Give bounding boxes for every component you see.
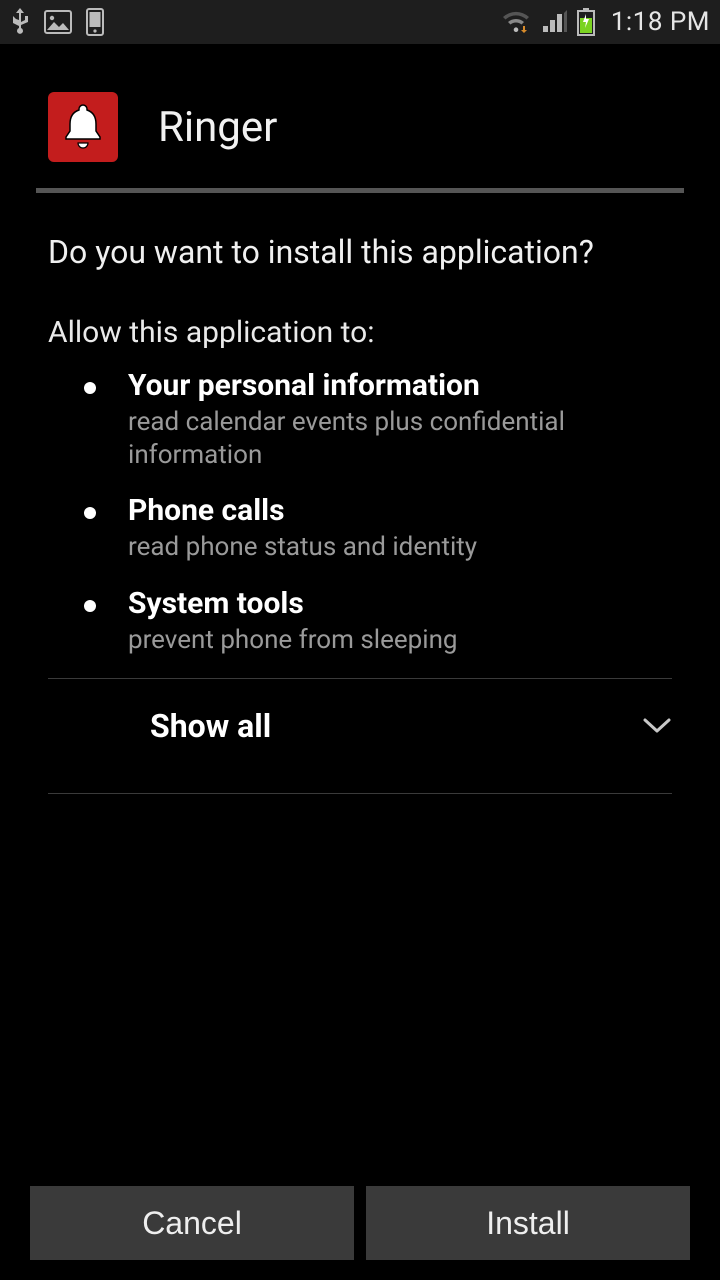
app-header: Ringer xyxy=(0,44,720,188)
app-icon xyxy=(48,92,118,162)
install-prompt-content: Do you want to install this application?… xyxy=(0,233,720,656)
phone-device-icon xyxy=(86,8,104,36)
button-bar: Cancel Install xyxy=(0,1186,720,1260)
permission-title: Phone calls xyxy=(128,493,662,529)
wifi-icon xyxy=(501,10,531,34)
show-all-label: Show all xyxy=(150,707,271,745)
cancel-button[interactable]: Cancel xyxy=(30,1186,354,1260)
image-icon xyxy=(44,10,72,34)
chevron-down-icon xyxy=(642,717,672,735)
permission-item: Your personal information read calendar … xyxy=(128,368,672,471)
divider xyxy=(48,793,672,794)
usb-icon xyxy=(10,8,30,36)
status-clock: 1:18 PM xyxy=(611,7,710,37)
header-divider xyxy=(36,188,684,193)
permission-title: Your personal information xyxy=(128,368,662,404)
permission-item: System tools prevent phone from sleeping xyxy=(128,586,672,657)
install-question: Do you want to install this application? xyxy=(48,233,672,271)
app-title: Ringer xyxy=(158,103,277,152)
permission-detail: read calendar events plus confidential i… xyxy=(128,406,662,471)
show-all-button[interactable]: Show all xyxy=(0,679,720,773)
battery-charging-icon xyxy=(577,8,595,36)
permission-item: Phone calls read phone status and identi… xyxy=(128,493,672,564)
bell-icon xyxy=(62,103,104,151)
permissions-heading: Allow this application to: xyxy=(48,315,672,350)
signal-icon xyxy=(541,10,567,34)
install-button[interactable]: Install xyxy=(366,1186,690,1260)
status-bar: 1:18 PM xyxy=(0,0,720,44)
permission-title: System tools xyxy=(128,586,662,622)
permission-detail: read phone status and identity xyxy=(128,531,662,564)
permission-detail: prevent phone from sleeping xyxy=(128,624,662,657)
permissions-list: Your personal information read calendar … xyxy=(48,368,672,656)
